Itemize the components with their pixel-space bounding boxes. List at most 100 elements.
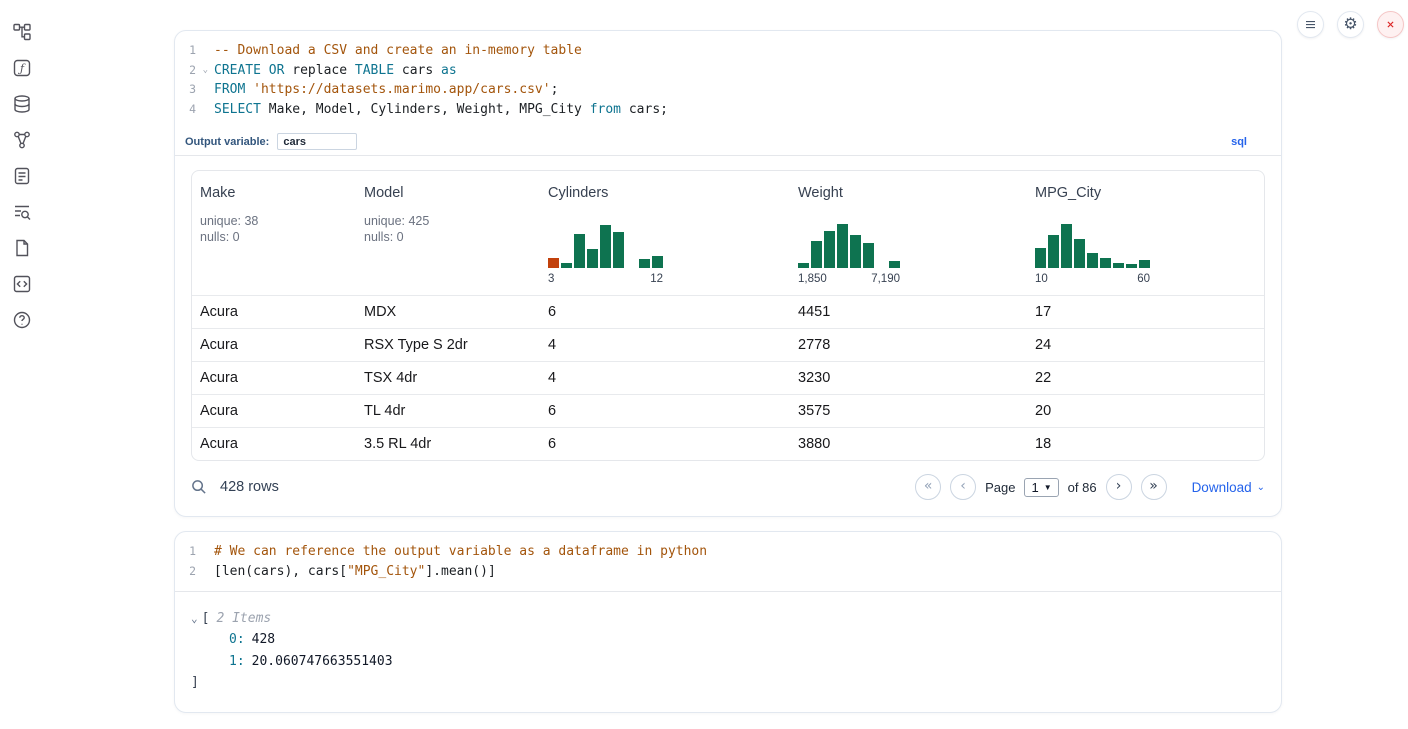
table-cell: 4 xyxy=(540,328,790,361)
histogram-bar xyxy=(837,224,848,268)
column-histogram xyxy=(798,220,900,268)
page-select[interactable]: 1 ▼ xyxy=(1024,478,1058,497)
collapse-chevron-icon[interactable]: ⌄ xyxy=(191,612,198,625)
menu-button[interactable] xyxy=(1297,11,1324,38)
table-cell: Acura xyxy=(192,328,356,361)
table-cell: TL 4dr xyxy=(356,394,540,427)
table-row[interactable]: AcuraMDX6445117 xyxy=(192,295,1264,328)
hamburger-icon xyxy=(1303,17,1318,32)
code-line[interactable]: [len(cars), cars["MPG_City"].mean()] xyxy=(214,562,1281,582)
notebook: 12⌄34 -- Download a CSV and create an in… xyxy=(174,30,1282,727)
column-header-cylinders[interactable]: Cylinders312 xyxy=(540,171,790,296)
next-page-icon: › xyxy=(1116,478,1122,494)
table-cell: 4 xyxy=(540,361,790,394)
table-cell: 18 xyxy=(1027,427,1264,460)
table-cell: 6 xyxy=(540,295,790,328)
code-line[interactable]: # We can reference the output variable a… xyxy=(214,542,1281,562)
output-variable-input[interactable] xyxy=(277,133,357,150)
table-cell: Acura xyxy=(192,427,356,460)
datasets-icon[interactable] xyxy=(12,94,32,114)
help-icon[interactable] xyxy=(12,310,32,330)
page-select-value: 1 xyxy=(1031,480,1038,495)
line-number-gutter: 12⌄34 xyxy=(175,41,209,120)
left-sidebar: ƒ xyxy=(0,0,44,729)
histogram-bar xyxy=(850,235,861,268)
code-line[interactable]: -- Download a CSV and create an in-memor… xyxy=(214,41,1281,61)
histogram-bar xyxy=(652,256,663,268)
column-label: Model xyxy=(364,185,532,201)
logs-icon[interactable] xyxy=(12,202,32,222)
column-header-mpg_city[interactable]: MPG_City1060 xyxy=(1027,171,1264,296)
download-button[interactable]: Download ⌄ xyxy=(1192,480,1265,495)
dependencies-icon[interactable] xyxy=(12,130,32,150)
last-page-icon: » xyxy=(1149,478,1158,494)
table-cell: 3880 xyxy=(790,427,1027,460)
table-cell: Acura xyxy=(192,295,356,328)
table-row[interactable]: AcuraTL 4dr6357520 xyxy=(192,394,1264,427)
table-cell: 3.5 RL 4dr xyxy=(356,427,540,460)
scratchpad-icon[interactable] xyxy=(12,166,32,186)
prev-page-icon: ‹ xyxy=(960,478,966,494)
table-cell: 3230 xyxy=(790,361,1027,394)
documentation-icon[interactable] xyxy=(12,238,32,258)
histogram-bar xyxy=(613,232,624,268)
histogram-bar xyxy=(561,263,572,268)
line-number-gutter: 12 xyxy=(175,542,209,581)
next-page-button[interactable]: › xyxy=(1106,474,1132,500)
download-label: Download xyxy=(1192,480,1252,495)
notebook-actions: ⚙ xyxy=(1297,11,1404,38)
tree-root-line: ⌄[2 Items xyxy=(191,608,1265,630)
close-bracket: ] xyxy=(191,672,1265,694)
code-line[interactable]: FROM 'https://datasets.marimo.app/cars.c… xyxy=(214,80,1281,100)
histogram-bar xyxy=(587,249,598,268)
line-number: 4 xyxy=(175,100,209,120)
language-badge[interactable]: sql xyxy=(1231,136,1247,148)
page-label: Page xyxy=(985,480,1015,495)
tree-entry: 1:20.060747663551403 xyxy=(191,651,1265,673)
table-cell: 4451 xyxy=(790,295,1027,328)
select-chevron-icon: ▼ xyxy=(1044,483,1052,492)
code-line[interactable]: SELECT Make, Model, Cylinders, Weight, M… xyxy=(214,100,1281,120)
settings-button[interactable]: ⚙ xyxy=(1337,11,1364,38)
code-line[interactable]: CREATE OR replace TABLE cars as xyxy=(214,61,1281,81)
column-header-make[interactable]: Makeunique: 38nulls: 0 xyxy=(192,171,356,296)
table-row[interactable]: Acura3.5 RL 4dr6388018 xyxy=(192,427,1264,460)
snippets-icon[interactable] xyxy=(12,274,32,294)
line-number: 3 xyxy=(175,80,209,100)
table-row[interactable]: AcuraRSX Type S 2dr4277824 xyxy=(192,328,1264,361)
first-page-button[interactable]: « xyxy=(915,474,941,500)
line-number: 1 xyxy=(175,542,209,562)
table-cell: 24 xyxy=(1027,328,1264,361)
histogram-axis: 312 xyxy=(548,273,663,285)
column-label: Make xyxy=(200,185,348,201)
shutdown-button[interactable] xyxy=(1377,11,1404,38)
search-icon[interactable] xyxy=(191,479,207,495)
table-cell: 17 xyxy=(1027,295,1264,328)
histogram-bar xyxy=(1100,258,1111,268)
table-cell: TSX 4dr xyxy=(356,361,540,394)
table-footer: 428 rows « ‹ Page 1 ▼ of 86 › » Download… xyxy=(175,461,1281,516)
column-header-model[interactable]: Modelunique: 425nulls: 0 xyxy=(356,171,540,296)
file-explorer-icon[interactable] xyxy=(12,22,32,42)
table-cell: Acura xyxy=(192,394,356,427)
sql-code-editor[interactable]: 12⌄34 -- Download a CSV and create an in… xyxy=(175,31,1281,129)
items-count: 2 Items xyxy=(216,611,271,626)
table-row[interactable]: AcuraTSX 4dr4323022 xyxy=(192,361,1264,394)
column-label: Weight xyxy=(798,185,1019,201)
histogram-bar xyxy=(1061,224,1072,268)
table-cell: MDX xyxy=(356,295,540,328)
chevron-down-icon: ⌄ xyxy=(1257,482,1265,493)
histogram-bar xyxy=(889,261,900,268)
fold-chevron-icon[interactable]: ⌄ xyxy=(203,61,208,81)
histogram-axis: 1060 xyxy=(1035,273,1150,285)
table-header-row: Makeunique: 38nulls: 0Modelunique: 425nu… xyxy=(192,171,1264,296)
column-header-weight[interactable]: Weight1,8507,190 xyxy=(790,171,1027,296)
line-number: 2⌄ xyxy=(175,61,209,81)
last-page-button[interactable]: » xyxy=(1141,474,1167,500)
variables-icon[interactable]: ƒ xyxy=(12,58,32,78)
table-cell: 20 xyxy=(1027,394,1264,427)
prev-page-button[interactable]: ‹ xyxy=(950,474,976,500)
table-cell: 6 xyxy=(540,427,790,460)
python-code-editor[interactable]: 12 # We can reference the output variabl… xyxy=(175,532,1281,591)
column-histogram xyxy=(548,220,663,268)
